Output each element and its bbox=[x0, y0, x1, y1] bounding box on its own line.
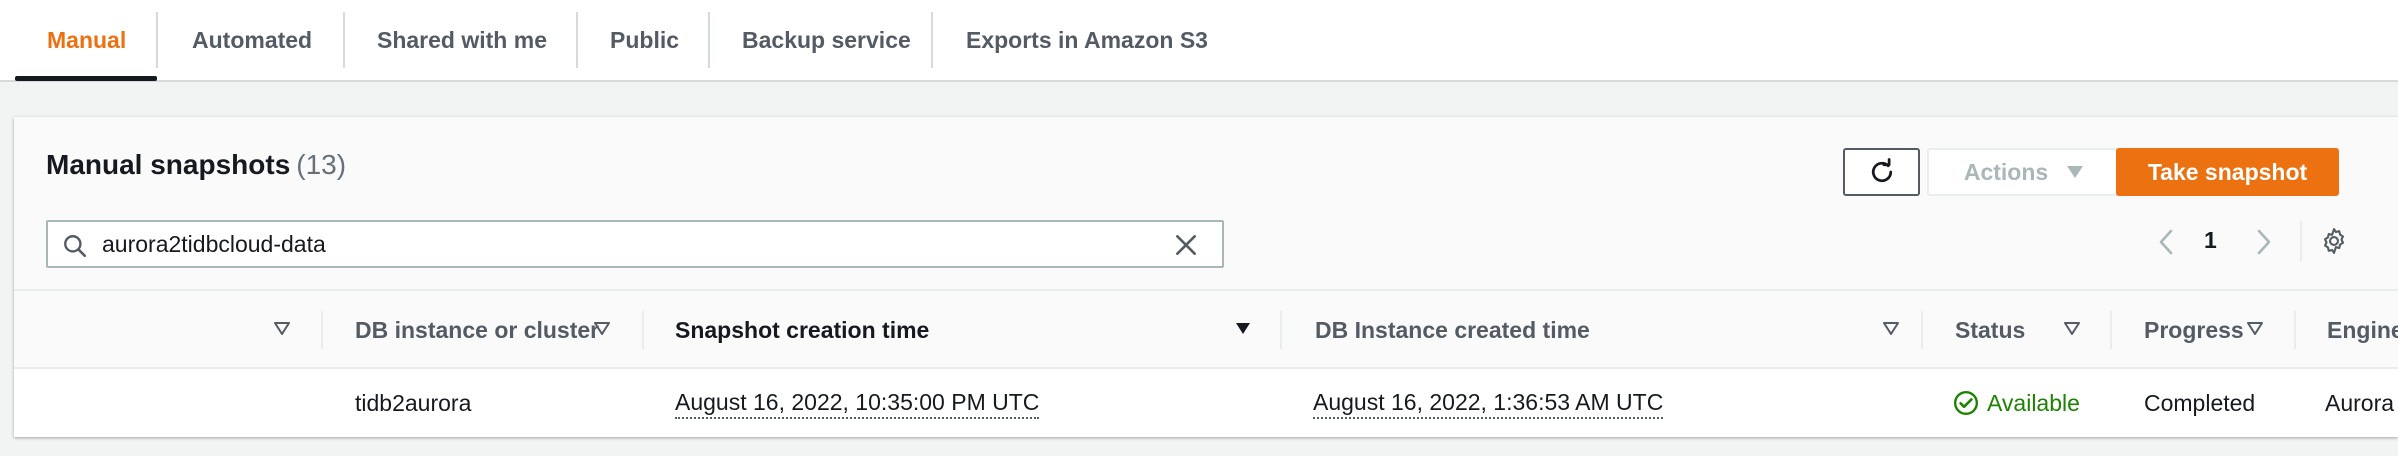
search-input[interactable] bbox=[102, 228, 1142, 260]
panel-title-text: Manual snapshots bbox=[46, 149, 291, 180]
caret-down-icon bbox=[2067, 166, 2084, 178]
column-divider bbox=[321, 311, 323, 349]
cell-db-instance: tidb2aurora bbox=[355, 389, 472, 416]
actions-label: Actions bbox=[1963, 158, 2049, 185]
current-page[interactable]: 1 bbox=[2204, 227, 2217, 254]
column-divider bbox=[642, 311, 644, 349]
actions-button[interactable]: Actions bbox=[1927, 148, 2121, 196]
column-divider bbox=[1921, 311, 1923, 349]
snapshot-time-value[interactable]: August 16, 2022, 10:35:00 PM UTC bbox=[675, 387, 1040, 419]
caret-down-icon[interactable] bbox=[274, 322, 290, 335]
column-divider bbox=[2294, 311, 2296, 349]
caret-down-icon[interactable] bbox=[594, 322, 610, 335]
tab-public[interactable]: Public bbox=[610, 0, 679, 80]
panel-header: Manual snapshots (13) Actions Take snapsh… bbox=[14, 117, 2398, 291]
tab-divider bbox=[576, 12, 578, 68]
search-icon bbox=[64, 235, 87, 258]
status-text: Available bbox=[1987, 389, 2080, 416]
status-check-icon bbox=[1953, 390, 1979, 416]
column-divider bbox=[1280, 311, 1282, 349]
refresh-button[interactable] bbox=[1843, 148, 1920, 196]
tab-exports-s3[interactable]: Exports in Amazon S3 bbox=[966, 0, 1208, 80]
sort-descending-icon[interactable] bbox=[1235, 322, 1251, 335]
tab-bar: Manual Automated Shared with me Public B… bbox=[0, 0, 2398, 82]
column-header-engine[interactable]: Engine bbox=[2327, 291, 2398, 369]
refresh-icon bbox=[1871, 158, 1892, 183]
tab-divider bbox=[156, 12, 158, 68]
cell-progress: Completed bbox=[2144, 389, 2256, 416]
table-header: DB instance or cluster Snapshot creation… bbox=[14, 291, 2398, 369]
column-header-snapshot-time[interactable]: Snapshot creation time bbox=[675, 291, 929, 369]
snapshot-count: (13) bbox=[296, 149, 347, 180]
pager-divider bbox=[2300, 221, 2302, 261]
column-header-progress[interactable]: Progress bbox=[2144, 291, 2244, 369]
tab-backup-service[interactable]: Backup service bbox=[742, 0, 911, 80]
snapshots-panel: Manual snapshots (13) Actions Take snapsh… bbox=[14, 117, 2398, 437]
clear-icon[interactable] bbox=[1173, 232, 1199, 258]
cell-snapshot-time: August 16, 2022, 10:35:00 PM UTC bbox=[675, 369, 1040, 437]
cell-instance-created: August 16, 2022, 1:36:53 AM UTC bbox=[1313, 369, 1664, 437]
tab-divider bbox=[708, 12, 710, 68]
cell-status: Available bbox=[1953, 369, 2080, 437]
tab-divider bbox=[931, 12, 933, 68]
caret-down-icon[interactable] bbox=[2247, 322, 2263, 335]
column-header-instance-created[interactable]: DB Instance created time bbox=[1315, 291, 1590, 369]
cell-engine: Aurora bbox=[2325, 389, 2395, 416]
column-header-db-instance[interactable]: DB instance or cluster bbox=[355, 291, 599, 369]
chevron-right-icon[interactable] bbox=[2254, 228, 2274, 256]
instance-created-value[interactable]: August 16, 2022, 1:36:53 AM UTC bbox=[1313, 387, 1664, 419]
panel-title: Manual snapshots (13) bbox=[46, 149, 346, 181]
tab-automated[interactable]: Automated bbox=[192, 0, 312, 80]
search-box bbox=[46, 220, 1224, 268]
take-snapshot-button[interactable]: Take snapshot bbox=[2116, 148, 2339, 196]
active-tab-indicator bbox=[15, 76, 157, 81]
table-row[interactable]: tidb2aurora August 16, 2022, 10:35:00 PM… bbox=[14, 369, 2398, 437]
tab-manual[interactable]: Manual bbox=[47, 0, 126, 80]
caret-down-icon[interactable] bbox=[2064, 322, 2080, 335]
tab-divider bbox=[343, 12, 345, 68]
column-divider bbox=[2110, 311, 2112, 349]
chevron-left-icon[interactable] bbox=[2156, 228, 2176, 256]
caret-down-icon[interactable] bbox=[1883, 322, 1899, 335]
column-header-status[interactable]: Status bbox=[1955, 291, 2025, 369]
tab-shared-with-me[interactable]: Shared with me bbox=[377, 0, 547, 80]
gear-icon[interactable] bbox=[2320, 227, 2348, 255]
